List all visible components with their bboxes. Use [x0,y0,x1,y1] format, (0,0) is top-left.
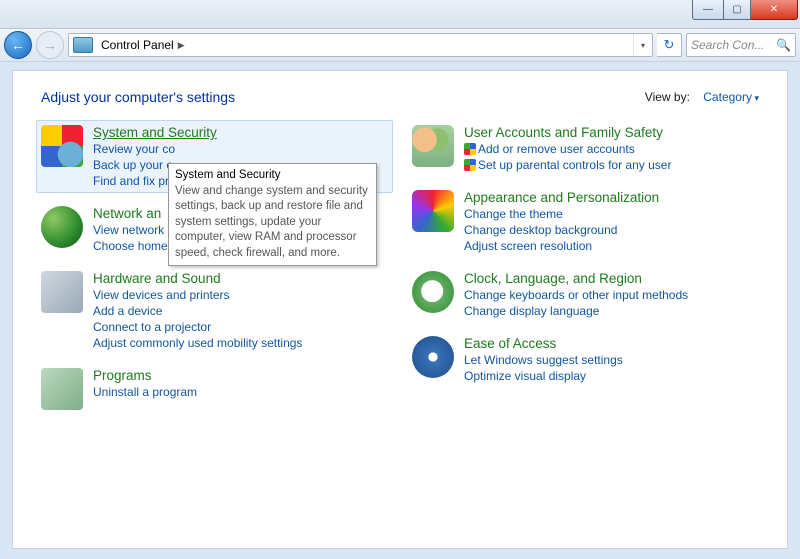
address-dropdown-button[interactable]: ▾ [633,34,652,56]
sublink[interactable]: Change display language [464,304,688,318]
window-titlebar: — ▢ ✕ [0,0,800,29]
sublink[interactable]: Add a device [93,304,302,318]
address-bar[interactable]: Control Panel ▶ ▾ [68,33,653,57]
tooltip-body: View and change system and security sett… [175,184,370,262]
back-button[interactable]: ← [4,31,32,59]
shield-icon [464,159,476,171]
category-ease-of-access[interactable]: Ease of Access Let Windows suggest setti… [412,336,759,383]
appearance-icon [412,190,454,232]
sublink[interactable]: Change the theme [464,207,659,221]
system-security-icon [41,125,83,167]
view-by: View by: Category [645,90,759,104]
search-icon: 🔍 [776,38,791,52]
sublink[interactable]: Change keyboards or other input methods [464,288,688,302]
refresh-button[interactable]: ↻ [657,33,682,57]
category-appearance[interactable]: Appearance and Personalization Change th… [412,190,759,253]
sublink[interactable]: Change desktop background [464,223,659,237]
breadcrumb-label: Control Panel [101,38,174,52]
sublink[interactable]: Optimize visual display [464,369,623,383]
category-heading[interactable]: Clock, Language, and Region [464,271,688,286]
sublink[interactable]: Let Windows suggest settings [464,353,623,367]
programs-icon [41,368,83,410]
sublink[interactable]: Uninstall a program [93,385,197,399]
forward-button[interactable]: → [36,31,64,59]
sublink[interactable]: Review your co [93,142,217,156]
control-panel-icon [73,37,93,53]
sublink[interactable]: Add or remove user accounts [464,142,671,156]
maximize-button[interactable]: ▢ [724,0,751,20]
category-user-accounts[interactable]: User Accounts and Family Safety Add or r… [412,125,759,172]
content-pane: Adjust your computer's settings View by:… [12,70,788,549]
sublink[interactable]: View devices and printers [93,288,302,302]
search-placeholder: Search Con... [691,38,764,52]
category-heading[interactable]: Hardware and Sound [93,271,302,286]
clock-icon [412,271,454,313]
close-button[interactable]: ✕ [751,0,798,20]
chevron-right-icon: ▶ [178,40,185,51]
sublink[interactable]: Adjust commonly used mobility settings [93,336,302,350]
category-programs[interactable]: Programs Uninstall a program [41,368,388,410]
view-by-label: View by: [645,90,690,104]
category-heading[interactable]: User Accounts and Family Safety [464,125,671,140]
category-heading[interactable]: Appearance and Personalization [464,190,659,205]
category-clock-language-region[interactable]: Clock, Language, and Region Change keybo… [412,271,759,318]
category-columns: System and Security Review your co Back … [41,125,759,410]
category-heading[interactable]: Programs [93,368,197,383]
tooltip-title: System and Security [175,168,370,184]
category-heading[interactable]: Ease of Access [464,336,623,351]
page-title: Adjust your computer's settings [41,89,235,105]
sublink[interactable]: Set up parental controls for any user [464,158,671,172]
navigation-bar: ← → Control Panel ▶ ▾ ↻ Search Con... 🔍 [0,29,800,62]
hardware-icon [41,271,83,313]
sublink[interactable]: Adjust screen resolution [464,239,659,253]
tooltip: System and Security View and change syst… [168,163,377,266]
ease-of-access-icon [412,336,454,378]
user-accounts-icon [412,125,454,167]
shield-icon [464,143,476,155]
minimize-button[interactable]: — [692,0,724,20]
window-buttons: — ▢ ✕ [692,0,798,20]
network-icon [41,206,83,248]
view-by-value[interactable]: Category [703,90,759,104]
category-hardware-sound[interactable]: Hardware and Sound View devices and prin… [41,271,388,350]
sublink[interactable]: Connect to a projector [93,320,302,334]
category-heading[interactable]: System and Security [93,125,217,140]
breadcrumb-control-panel[interactable]: Control Panel ▶ [97,34,190,56]
right-column: User Accounts and Family Safety Add or r… [412,125,759,410]
search-input[interactable]: Search Con... 🔍 [686,33,796,57]
content-header: Adjust your computer's settings View by:… [41,89,759,105]
